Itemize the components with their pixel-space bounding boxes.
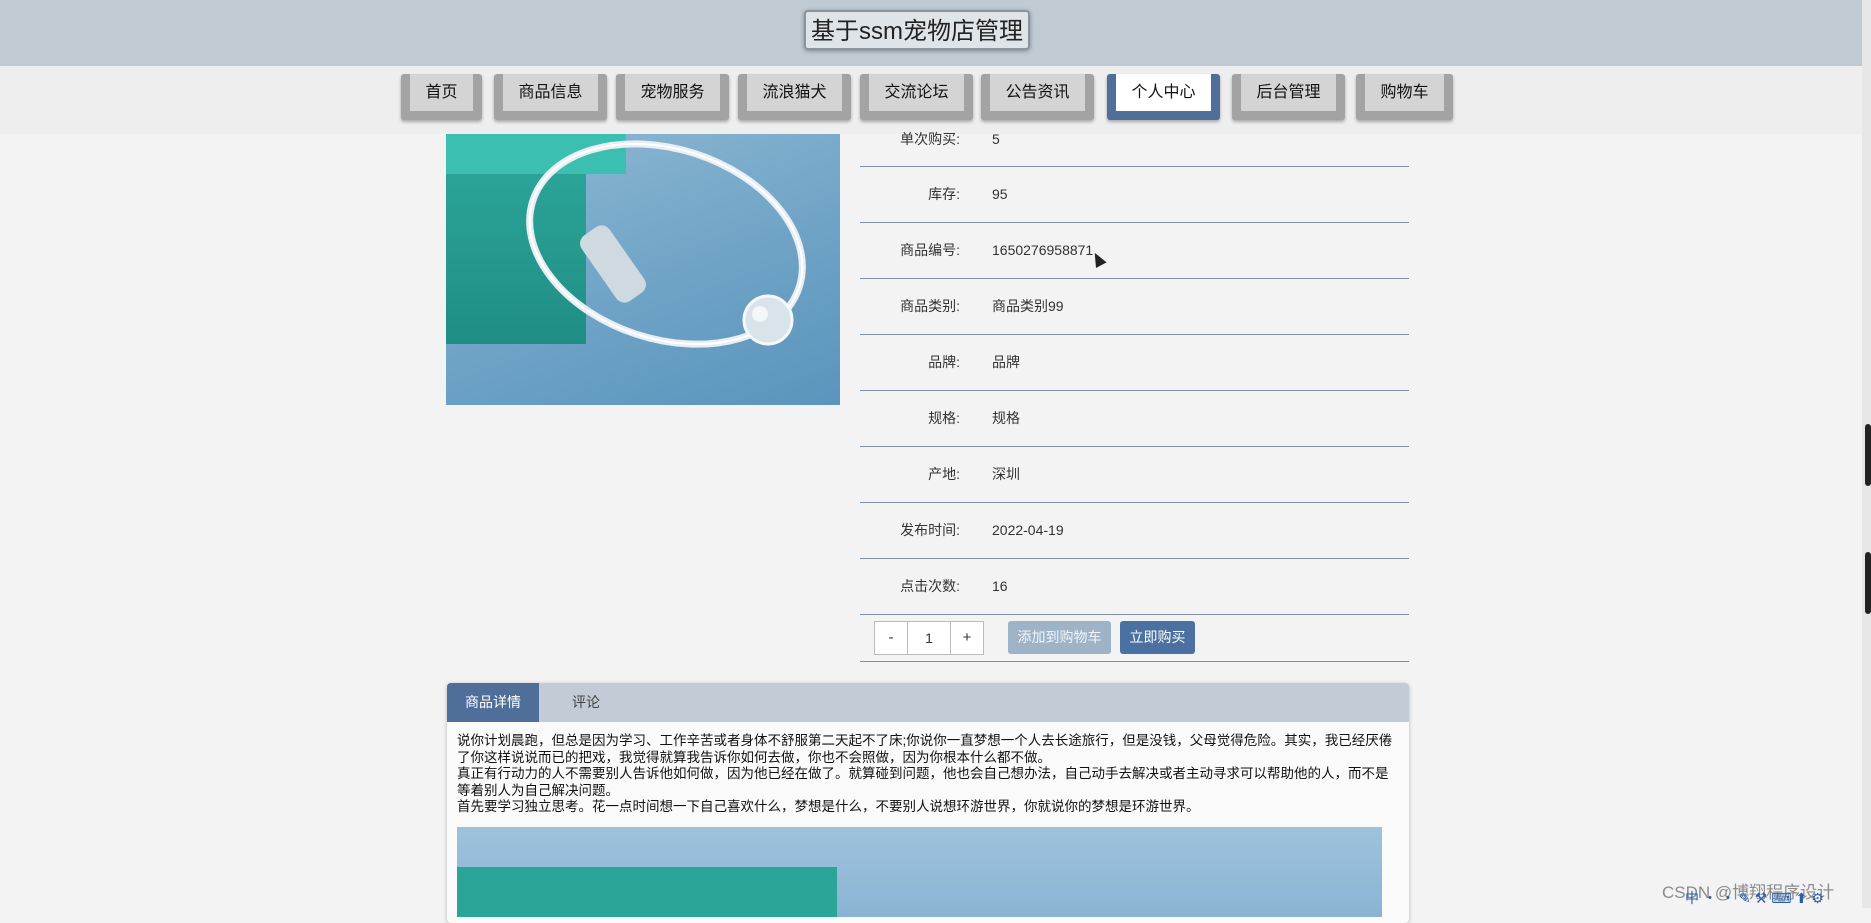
info-value: 品牌 xyxy=(992,354,1020,370)
nav-item-label: 购物车 xyxy=(1365,74,1444,111)
site-title: 基于ssm宠物店管理 xyxy=(804,10,1030,50)
scrollbar-thumb[interactable] xyxy=(1865,424,1871,486)
quantity-input[interactable]: 1 xyxy=(908,622,950,654)
info-row-spec: 规格: 规格 xyxy=(860,391,1409,447)
nav-item-pet-services[interactable]: 宠物服务 xyxy=(616,74,729,120)
scrollbar-thumb-secondary[interactable] xyxy=(1865,552,1871,614)
info-row-product-id: 商品编号: 1650276958871 xyxy=(860,223,1409,279)
bracelet-illustration xyxy=(526,140,806,348)
info-label: 商品编号: xyxy=(900,242,960,258)
tab-bar: 商品详情 评论 xyxy=(447,683,1409,722)
product-image xyxy=(446,134,840,405)
info-value: 深圳 xyxy=(992,466,1020,482)
info-value: 1650276958871 xyxy=(992,242,1094,258)
product-tabs-panel: 商品详情 评论 说你计划晨跑，但总是因为学习、工作辛苦或者身体不舒服第二天起不了… xyxy=(447,683,1409,923)
nav-item-home[interactable]: 首页 xyxy=(401,74,482,120)
info-value: 2022-04-19 xyxy=(992,522,1064,538)
quantity-increase-button[interactable]: + xyxy=(950,622,983,654)
tab-comments[interactable]: 评论 xyxy=(550,683,622,722)
info-row-single-purchase: 单次购买: 5 xyxy=(860,112,1409,167)
quantity-stepper: - 1 + xyxy=(874,621,984,655)
ime-toolbar-icons[interactable]: 中・・✎⚒⌨⬆⚙ xyxy=(1685,888,1871,908)
info-row-stock: 库存: 95 xyxy=(860,167,1409,223)
detail-image xyxy=(457,827,1382,917)
site-header: 基于ssm宠物店管理 xyxy=(0,0,1862,66)
info-row-clicks: 点击次数: 16 xyxy=(860,559,1409,615)
info-label: 点击次数: xyxy=(900,578,960,594)
tab-product-details[interactable]: 商品详情 xyxy=(447,683,539,722)
info-row-publish-date: 发布时间: 2022-04-19 xyxy=(860,503,1409,559)
info-label: 品牌: xyxy=(928,354,960,370)
info-value: 商品类别99 xyxy=(992,298,1064,314)
detail-paragraph: 首先要学习独立思考。花一点时间想一下自己喜欢什么，梦想是什么，不要别人说想环游世… xyxy=(457,799,1200,814)
info-label: 商品类别: xyxy=(900,298,960,314)
nav-item-label: 交流论坛 xyxy=(869,74,964,111)
nav-item-label: 首页 xyxy=(410,74,473,111)
info-label: 单次购买: xyxy=(900,131,960,147)
buy-now-button[interactable]: 立即购买 xyxy=(1120,621,1195,654)
info-row-origin: 产地: 深圳 xyxy=(860,447,1409,503)
nav-item-label: 宠物服务 xyxy=(625,74,720,111)
nav-item-strays[interactable]: 流浪猫犬 xyxy=(738,74,851,120)
info-value: 16 xyxy=(992,578,1008,594)
detail-paragraph: 说你计划晨跑，但总是因为学习、工作辛苦或者身体不舒服第二天起不了床;你说你一直梦… xyxy=(457,733,1393,765)
info-row-category: 商品类别: 商品类别99 xyxy=(860,279,1409,335)
info-value: 95 xyxy=(992,186,1008,202)
info-label: 规格: xyxy=(928,410,960,426)
info-value: 规格 xyxy=(992,410,1020,426)
nav-item-products[interactable]: 商品信息 xyxy=(494,74,607,120)
nav-item-label: 公告资讯 xyxy=(990,74,1085,111)
image-gift-box xyxy=(457,867,837,917)
quantity-decrease-button[interactable]: - xyxy=(875,622,908,654)
nav-item-label: 流浪猫犬 xyxy=(747,74,842,111)
add-to-cart-button[interactable]: 添加到购物车 xyxy=(1008,621,1111,654)
info-label: 发布时间: xyxy=(900,522,960,538)
info-value: 5 xyxy=(992,131,1000,147)
nav-item-label: 个人中心 xyxy=(1116,74,1211,111)
nav-item-label: 商品信息 xyxy=(503,74,598,111)
info-label: 产地: xyxy=(928,466,960,482)
divider xyxy=(860,661,1409,662)
info-label: 库存: xyxy=(928,186,960,202)
nav-item-label: 后台管理 xyxy=(1241,74,1336,111)
info-row-brand: 品牌: 品牌 xyxy=(860,335,1409,391)
product-details-content: 说你计划晨跑，但总是因为学习、工作辛苦或者身体不舒服第二天起不了床;你说你一直梦… xyxy=(457,733,1401,816)
detail-paragraph: 真正有行动力的人不需要别人告诉他如何做，因为他已经在做了。就算碰到问题，他也会自… xyxy=(457,766,1389,798)
